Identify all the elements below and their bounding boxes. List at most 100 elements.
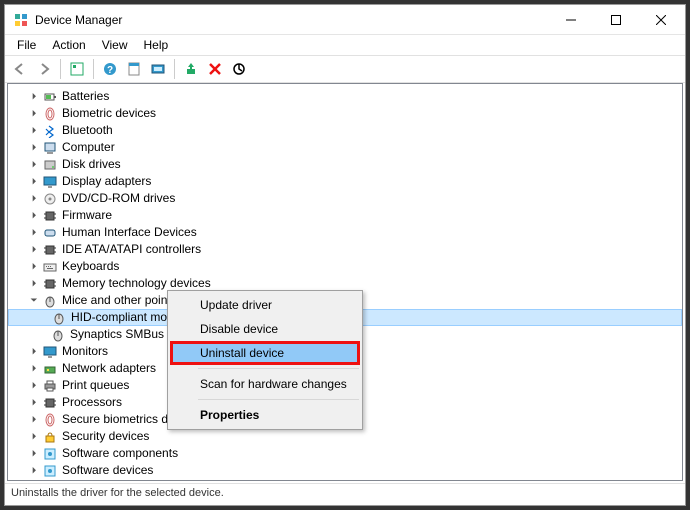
- device-icon: [42, 480, 58, 482]
- tree-node-label: Keyboards: [62, 258, 119, 275]
- expand-icon[interactable]: ⏵: [28, 428, 40, 445]
- menu-action[interactable]: Action: [44, 36, 93, 54]
- toolbar-separator: [174, 59, 175, 79]
- device-icon: [42, 293, 58, 309]
- expand-icon[interactable]: ⏵: [28, 479, 40, 481]
- device-icon: [42, 89, 58, 105]
- tree-node-label: Bluetooth: [62, 122, 113, 139]
- tree-node-label: Security devices: [62, 428, 149, 445]
- help-button[interactable]: ?: [99, 58, 121, 80]
- svg-text:?: ?: [107, 65, 113, 76]
- device-icon: [42, 208, 58, 224]
- show-tree-button[interactable]: [66, 58, 88, 80]
- tree-node-label: Biometric devices: [62, 105, 156, 122]
- ctx-uninstall-device[interactable]: Uninstall device: [170, 341, 360, 365]
- expand-icon[interactable]: ⏵: [28, 156, 40, 173]
- expand-icon[interactable]: ⏵: [28, 343, 40, 360]
- update-driver-button[interactable]: [180, 58, 202, 80]
- tree-node[interactable]: ⏵ IDE ATA/ATAPI controllers: [8, 241, 682, 258]
- tree-node[interactable]: ⏵ Security devices: [8, 428, 682, 445]
- device-icon: [42, 463, 58, 479]
- tree-node[interactable]: ⏵ DVD/CD-ROM drives: [8, 190, 682, 207]
- tree-node[interactable]: ⏵Display adapters: [8, 173, 682, 190]
- ctx-disable-device[interactable]: Disable device: [170, 317, 360, 341]
- device-icon: [42, 412, 58, 428]
- menu-help[interactable]: Help: [136, 36, 177, 54]
- expand-icon[interactable]: ⏵: [28, 139, 40, 156]
- disable-button[interactable]: [228, 58, 250, 80]
- toolbar-separator: [93, 59, 94, 79]
- device-icon: [42, 106, 58, 122]
- device-icon: [42, 276, 58, 292]
- maximize-button[interactable]: [593, 5, 638, 34]
- collapse-icon[interactable]: ⏷: [28, 292, 40, 309]
- tree-node[interactable]: ⏵ Biometric devices: [8, 105, 682, 122]
- expand-icon[interactable]: ⏵: [28, 394, 40, 411]
- scan-button[interactable]: [147, 58, 169, 80]
- menu-file[interactable]: File: [9, 36, 44, 54]
- statusbar: Uninstalls the driver for the selected d…: [5, 483, 685, 505]
- tree-node[interactable]: ⏵ Human Interface Devices: [8, 224, 682, 241]
- ctx-scan-hardware[interactable]: Scan for hardware changes: [170, 372, 360, 396]
- tree-node-label: Human Interface Devices: [62, 224, 197, 241]
- properties-button[interactable]: [123, 58, 145, 80]
- tree-node[interactable]: ⏵ Software components: [8, 445, 682, 462]
- tree-node-label: DVD/CD-ROM drives: [62, 190, 175, 207]
- expand-icon[interactable]: ⏵: [28, 173, 40, 190]
- tree-node[interactable]: ⏵ Computer: [8, 139, 682, 156]
- minimize-button[interactable]: [548, 5, 593, 34]
- expand-icon[interactable]: ⏵: [28, 224, 40, 241]
- tree-node[interactable]: ⏵ Bluetooth: [8, 122, 682, 139]
- back-button[interactable]: [9, 58, 31, 80]
- tree-node-label: Processors: [62, 394, 122, 411]
- device-icon: [42, 225, 58, 241]
- device-icon: [42, 378, 58, 394]
- tree-node-label: IDE ATA/ATAPI controllers: [62, 241, 201, 258]
- tree-node[interactable]: ⏵ Keyboards: [8, 258, 682, 275]
- expand-icon[interactable]: ⏵: [28, 190, 40, 207]
- device-icon: [42, 123, 58, 139]
- tree-node-label: Secure biometrics dev: [62, 411, 181, 428]
- device-icon: [42, 361, 58, 377]
- tree-node[interactable]: ⏵ Sound, video and game controllers: [8, 479, 682, 481]
- expand-icon[interactable]: ⏵: [28, 411, 40, 428]
- expand-icon[interactable]: ⏵: [28, 105, 40, 122]
- device-icon: [42, 157, 58, 173]
- expand-icon[interactable]: ⏵: [28, 275, 40, 292]
- expand-icon[interactable]: ⏵: [28, 258, 40, 275]
- expand-icon[interactable]: ⏵: [28, 462, 40, 479]
- ctx-properties[interactable]: Properties: [170, 403, 360, 427]
- expand-icon[interactable]: ⏵: [28, 241, 40, 258]
- device-icon: [42, 174, 58, 190]
- menu-view[interactable]: View: [94, 36, 136, 54]
- tree-node[interactable]: ⏵Firmware: [8, 207, 682, 224]
- expand-icon[interactable]: ⏵: [28, 377, 40, 394]
- forward-button[interactable]: [33, 58, 55, 80]
- device-icon: [42, 259, 58, 275]
- tree-node[interactable]: ⏵Batteries: [8, 88, 682, 105]
- tree-node-label: Software components: [62, 445, 178, 462]
- tree-node-label: Disk drives: [62, 156, 121, 173]
- close-button[interactable]: [638, 5, 683, 34]
- device-icon: [42, 395, 58, 411]
- uninstall-button[interactable]: [204, 58, 226, 80]
- context-menu: Update driver Disable device Uninstall d…: [167, 290, 363, 430]
- tree-node[interactable]: ⏵ Software devices: [8, 462, 682, 479]
- tree-node-label: Software devices: [62, 462, 153, 479]
- expand-icon[interactable]: ⏵: [28, 445, 40, 462]
- expand-icon[interactable]: ⏵: [28, 207, 40, 224]
- titlebar: Device Manager: [5, 5, 685, 35]
- tree-node-label: Computer: [62, 139, 115, 156]
- expand-icon[interactable]: ⏵: [28, 360, 40, 377]
- tree-node-label: Sound, video and game controllers: [62, 479, 247, 481]
- status-text: Uninstalls the driver for the selected d…: [11, 487, 224, 499]
- ctx-update-driver[interactable]: Update driver: [170, 293, 360, 317]
- tree-node-label: Synaptics SMBus T: [70, 326, 174, 343]
- expand-icon[interactable]: ⏵: [28, 122, 40, 139]
- expand-icon[interactable]: ⏵: [28, 88, 40, 105]
- device-icon: [42, 429, 58, 445]
- ctx-separator: [198, 399, 359, 400]
- tree-node[interactable]: ⏵ Disk drives: [8, 156, 682, 173]
- tree-node-label: Monitors: [62, 343, 108, 360]
- toolbar-separator: [60, 59, 61, 79]
